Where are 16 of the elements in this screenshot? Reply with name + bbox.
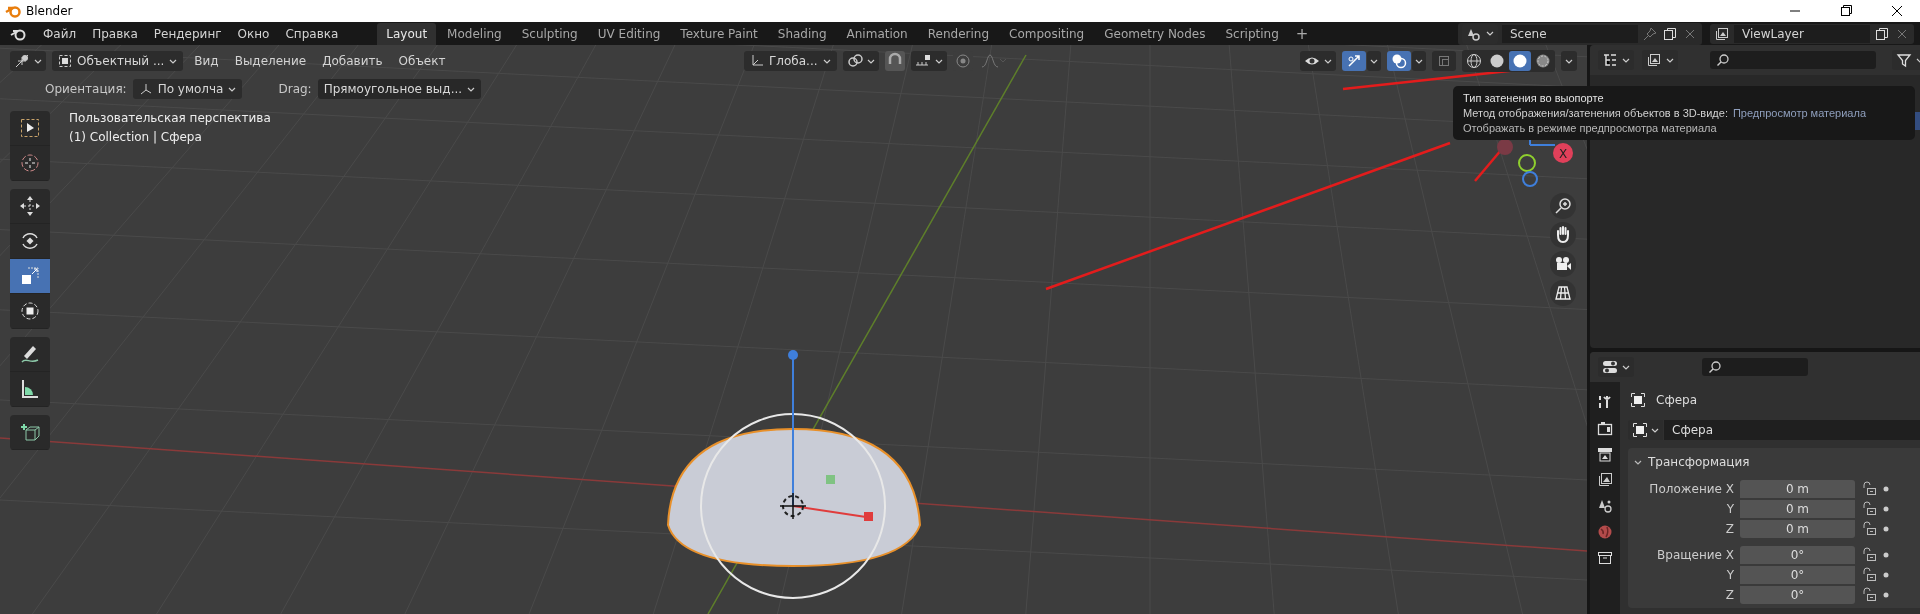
tooltip-text: Метод отображения/затенения объектов в 3D-виде: — [1463, 107, 1728, 119]
property-label: Z — [1724, 587, 1734, 602]
tooltip-title: Тип затенения во выопорте — [1463, 92, 1605, 104]
property-label: Y — [1725, 567, 1734, 582]
drag-label: Drag: — [278, 82, 312, 96]
axis-label: X — [1558, 146, 1568, 161]
view-name-text: Пользовательская перспектива — [69, 111, 271, 125]
property-label: Z — [1724, 521, 1734, 536]
tooltip-value: Предпросмотр материала — [1732, 107, 1866, 119]
collection-object-text: (1) Collection | Сфера — [69, 130, 203, 144]
property-label: Y — [1725, 501, 1734, 516]
object-name-text: Сфера — [1656, 393, 1697, 407]
property-label: Положение X — [1648, 481, 1734, 496]
window-title: Blender — [26, 4, 73, 18]
property-label: Вращение X — [1656, 547, 1734, 562]
orientation-label: Ориентация: — [45, 82, 127, 96]
